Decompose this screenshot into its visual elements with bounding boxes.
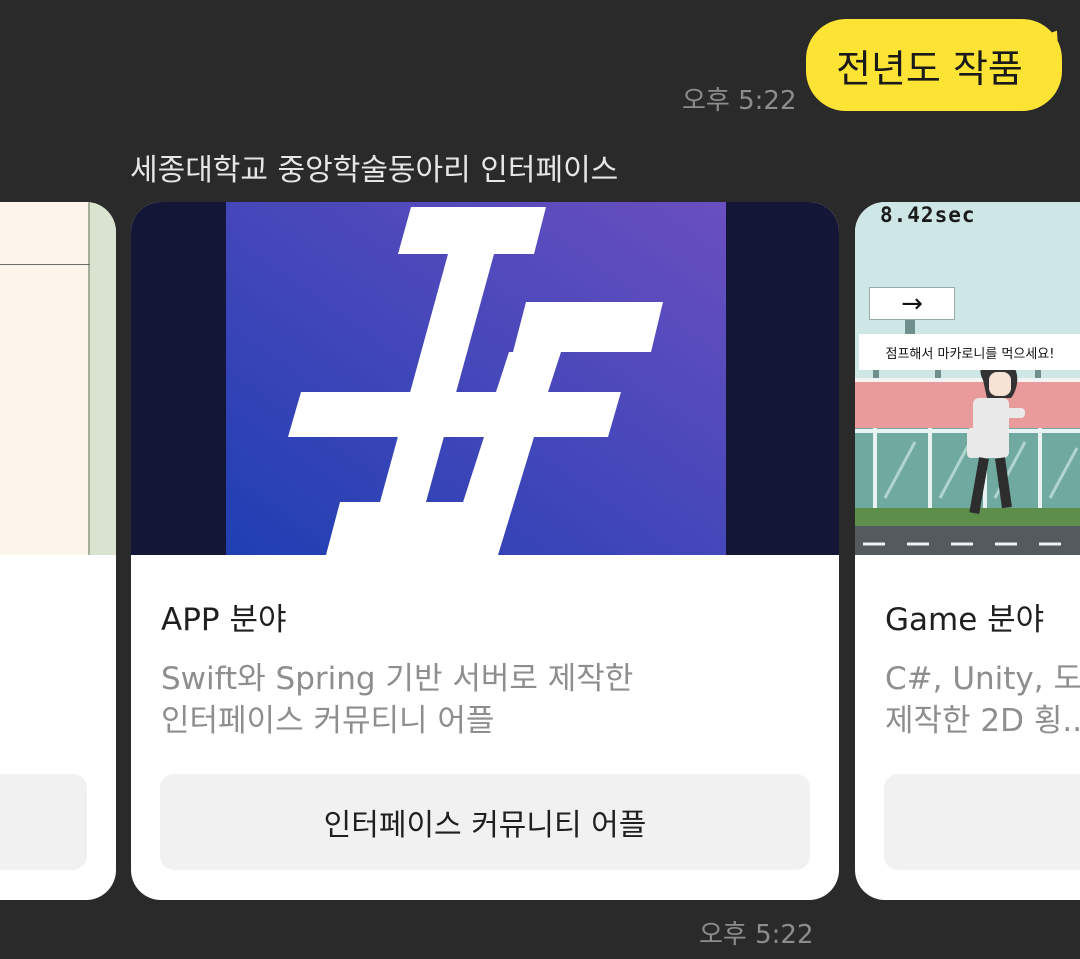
- carousel-card-game[interactable]: 8.42sec → 점프해서 마카로니를 먹으세요! Game 분야 C#, U…: [855, 202, 1080, 900]
- game-timer: 8.42sec: [880, 203, 976, 227]
- received-message-time: 오후 5:22: [699, 920, 814, 950]
- card-description: Swift와 Spring 기반 서버로 제작한 인터페이스 커뮤티니 어플: [161, 658, 811, 742]
- game-banner: 점프해서 마카로니를 먹으세요!: [859, 334, 1080, 370]
- my-message-bubble[interactable]: 전년도 작품: [806, 19, 1062, 111]
- card-title: Game 분야: [885, 602, 1045, 638]
- arrow-right-icon: →: [869, 287, 955, 320]
- card-description-line: 제작한 2D 횡...: [885, 703, 1080, 739]
- card-title: APP 분야: [161, 602, 287, 638]
- sender-name: 세종대학교 중앙학술동아리 인터페이스: [130, 153, 619, 188]
- card-description-line: Swift와 Spring 기반 서버로 제작한: [161, 661, 634, 697]
- if-logo-icon: [226, 202, 726, 555]
- card-image: [0, 202, 116, 555]
- game-scene: [855, 315, 1080, 555]
- my-message-text: 전년도 작품: [836, 46, 1023, 91]
- my-message-time: 오후 5:22: [682, 86, 797, 116]
- card-image-game: 8.42sec → 점프해서 마카로니를 먹으세요!: [855, 202, 1080, 555]
- card-button[interactable]: [884, 774, 1080, 870]
- card-button[interactable]: 인터페이스 커뮤니티 어플: [160, 774, 810, 870]
- card-description-line: C#, Unity, 도...: [885, 661, 1080, 697]
- card-description: C#, Unity, 도... 제작한 2D 횡...: [885, 658, 1080, 742]
- carousel-card-app[interactable]: APP 분야 Swift와 Spring 기반 서버로 제작한 인터페이스 커뮤…: [131, 202, 839, 900]
- chat-screen: 전년도 작품 오후 5:22 세종대학교 중앙학술동아리 인터페이스 APP 분…: [0, 0, 1080, 959]
- card-image-if-logo: [131, 202, 839, 555]
- card-button[interactable]: [0, 774, 87, 870]
- card-description-line: 인터페이스 커뮤티니 어플: [161, 703, 495, 739]
- card-button-label: 인터페이스 커뮤니티 어플: [323, 808, 647, 843]
- carousel-card-previous[interactable]: [0, 202, 116, 900]
